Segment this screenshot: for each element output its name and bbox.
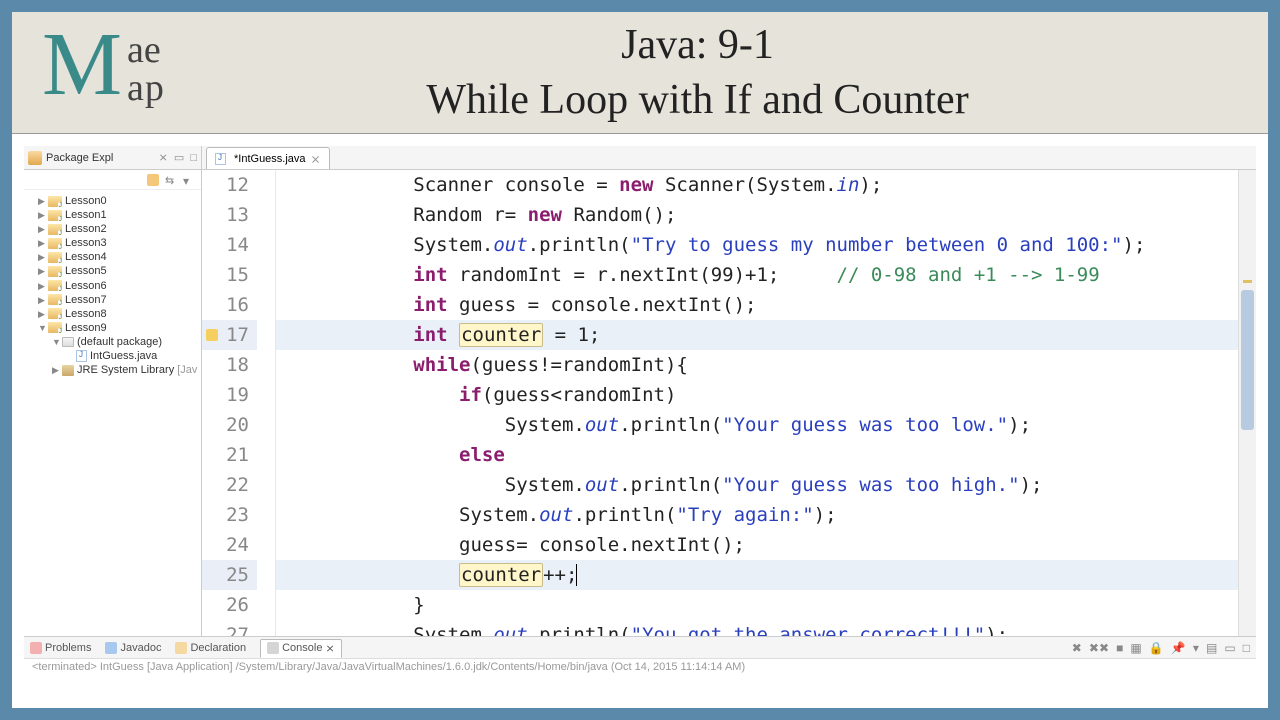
code-editor[interactable]: 1213141516171819202122232425262728 Scann… bbox=[202, 170, 1256, 636]
project-folder-icon bbox=[48, 224, 62, 235]
project-folder-icon bbox=[48, 196, 62, 207]
clear-console-icon[interactable]: ▦ bbox=[1130, 641, 1141, 655]
tree-item[interactable]: ▼(default package) bbox=[26, 335, 199, 349]
tree-item-project[interactable]: ▶Lesson8 bbox=[26, 307, 199, 321]
maximize-panel-icon[interactable]: □ bbox=[1243, 641, 1250, 655]
logo: M ae ap bbox=[42, 23, 207, 123]
link-with-editor-icon[interactable] bbox=[147, 174, 159, 186]
line-number-gutter: 1213141516171819202122232425262728 bbox=[202, 170, 276, 636]
declaration-tab-icon bbox=[175, 642, 187, 654]
video-header: M ae ap Java: 9-1 While Loop with If and… bbox=[12, 12, 1268, 134]
tree-item-project[interactable]: ▶Lesson0 bbox=[26, 194, 199, 208]
project-folder-icon bbox=[48, 308, 62, 319]
editor-tab-intguess[interactable]: *IntGuess.java ⨯ bbox=[206, 147, 330, 169]
project-folder-icon bbox=[48, 266, 62, 277]
console-tab-problems[interactable]: Problems bbox=[30, 642, 91, 654]
console-tab-console[interactable]: Console ⨯ bbox=[260, 639, 342, 658]
logo-letter: M bbox=[42, 13, 122, 116]
tree-item-project[interactable]: ▶Lesson6 bbox=[26, 279, 199, 293]
title-block: Java: 9-1 While Loop with If and Counter bbox=[207, 18, 1268, 127]
title-line2: While Loop with If and Counter bbox=[207, 73, 1188, 128]
remove-launch-icon[interactable]: ✖ bbox=[1072, 641, 1082, 655]
project-folder-icon bbox=[48, 252, 62, 263]
scroll-lock-icon[interactable]: 🔒 bbox=[1149, 641, 1164, 655]
logo-line1: ae bbox=[127, 31, 165, 69]
project-folder-icon bbox=[48, 294, 62, 305]
javadoc-tab-icon bbox=[105, 642, 117, 654]
tree-item[interactable]: ▶JRE System Library [Jav bbox=[26, 363, 199, 377]
display-selected-console-icon[interactable]: ▾ bbox=[1193, 641, 1199, 655]
tree-item-project[interactable]: ▼Lesson9 bbox=[26, 321, 199, 335]
problems-tab-icon bbox=[30, 642, 42, 654]
eclipse-ide: Package Expl ⨯ ▭ □ ⇆ ▾ ▶Lesson0▶Lesson1▶… bbox=[24, 146, 1256, 696]
package-explorer[interactable]: Package Expl ⨯ ▭ □ ⇆ ▾ ▶Lesson0▶Lesson1▶… bbox=[24, 146, 202, 636]
scrollbar-thumb[interactable] bbox=[1241, 290, 1254, 430]
pin-console-icon[interactable]: 📌 bbox=[1171, 641, 1186, 655]
package-explorer-title: Package Expl bbox=[46, 152, 156, 164]
code-text[interactable]: Scanner console = new Scanner(System.in)… bbox=[276, 170, 1238, 636]
remove-all-launches-icon[interactable]: ✖✖ bbox=[1089, 641, 1109, 655]
package-explorer-icon bbox=[28, 151, 42, 165]
package-explorer-header: Package Expl ⨯ ▭ □ bbox=[24, 146, 201, 170]
minimize-view-icon[interactable]: ▭ bbox=[174, 152, 184, 164]
project-tree[interactable]: ▶Lesson0▶Lesson1▶Lesson2▶Lesson3▶Lesson4… bbox=[24, 190, 201, 381]
editor-area: *IntGuess.java ⨯ 12131415161718192021222… bbox=[202, 146, 1256, 636]
console-tab-javadoc[interactable]: Javadoc bbox=[105, 642, 161, 654]
tree-item-file[interactable]: IntGuess.java bbox=[26, 349, 199, 363]
close-tab-icon[interactable]: ⨯ bbox=[325, 642, 334, 655]
editor-tab-bar: *IntGuess.java ⨯ bbox=[202, 146, 1256, 170]
tree-item-project[interactable]: ▶Lesson1 bbox=[26, 208, 199, 222]
java-file-icon bbox=[215, 153, 226, 165]
close-view-icon[interactable]: ⨯ bbox=[159, 152, 168, 164]
java-file-icon bbox=[76, 350, 87, 362]
open-console-icon[interactable]: ▤ bbox=[1206, 641, 1217, 655]
tree-item-project[interactable]: ▶Lesson7 bbox=[26, 293, 199, 307]
lib-icon bbox=[62, 365, 74, 376]
title-line1: Java: 9-1 bbox=[207, 18, 1188, 73]
project-folder-icon bbox=[48, 322, 62, 333]
tree-item-project[interactable]: ▶Lesson4 bbox=[26, 250, 199, 264]
editor-tab-label: *IntGuess.java bbox=[234, 153, 306, 165]
pkg-icon bbox=[62, 337, 74, 347]
project-folder-icon bbox=[48, 238, 62, 249]
tree-item-project[interactable]: ▶Lesson3 bbox=[26, 236, 199, 250]
overview-mark[interactable] bbox=[1243, 280, 1252, 283]
console-status: <terminated> IntGuess [Java Application]… bbox=[24, 659, 1256, 696]
logo-line2: ap bbox=[127, 69, 165, 107]
minimize-panel-icon[interactable]: ▭ bbox=[1224, 641, 1235, 655]
view-menu-icon[interactable]: ▾ bbox=[183, 174, 195, 186]
console-tab-declaration[interactable]: Declaration bbox=[175, 642, 246, 654]
tree-item-project[interactable]: ▶Lesson5 bbox=[26, 264, 199, 278]
bottom-panel: Problems Javadoc Declaration Console ⨯ ✖ ✖✖… bbox=[24, 636, 1256, 696]
terminate-icon[interactable]: ■ bbox=[1116, 641, 1123, 655]
project-folder-icon bbox=[48, 280, 62, 291]
editor-scrollbar[interactable] bbox=[1238, 170, 1256, 636]
bottom-panel-tabs: Problems Javadoc Declaration Console ⨯ ✖ ✖✖… bbox=[24, 637, 1256, 659]
collapse-all-icon[interactable]: ⇆ bbox=[165, 174, 177, 186]
console-tab-icon bbox=[267, 642, 279, 654]
console-toolbar: ✖ ✖✖ ■ ▦ 🔒 📌 ▾ ▤ ▭ □ bbox=[1068, 641, 1250, 655]
package-explorer-toolbar: ⇆ ▾ bbox=[24, 170, 201, 190]
project-folder-icon bbox=[48, 210, 62, 221]
tree-item-project[interactable]: ▶Lesson2 bbox=[26, 222, 199, 236]
close-tab-icon[interactable]: ⨯ bbox=[311, 152, 321, 166]
maximize-view-icon[interactable]: □ bbox=[190, 152, 197, 164]
